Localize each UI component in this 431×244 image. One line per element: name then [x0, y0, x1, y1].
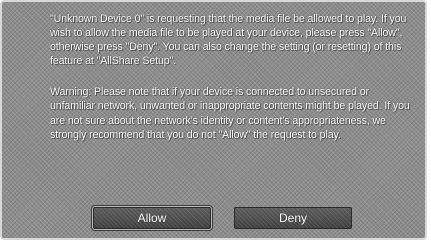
allow-button[interactable]: Allow	[93, 207, 211, 229]
warning-paragraph: Warning: Please note that if your device…	[50, 86, 410, 141]
deny-button[interactable]: Deny	[234, 207, 352, 229]
dialog-message: "Unknown Device 0" is requesting that th…	[50, 12, 414, 142]
media-permission-dialog: "Unknown Device 0" is requesting that th…	[0, 0, 427, 240]
request-paragraph: "Unknown Device 0" is requesting that th…	[50, 13, 407, 68]
